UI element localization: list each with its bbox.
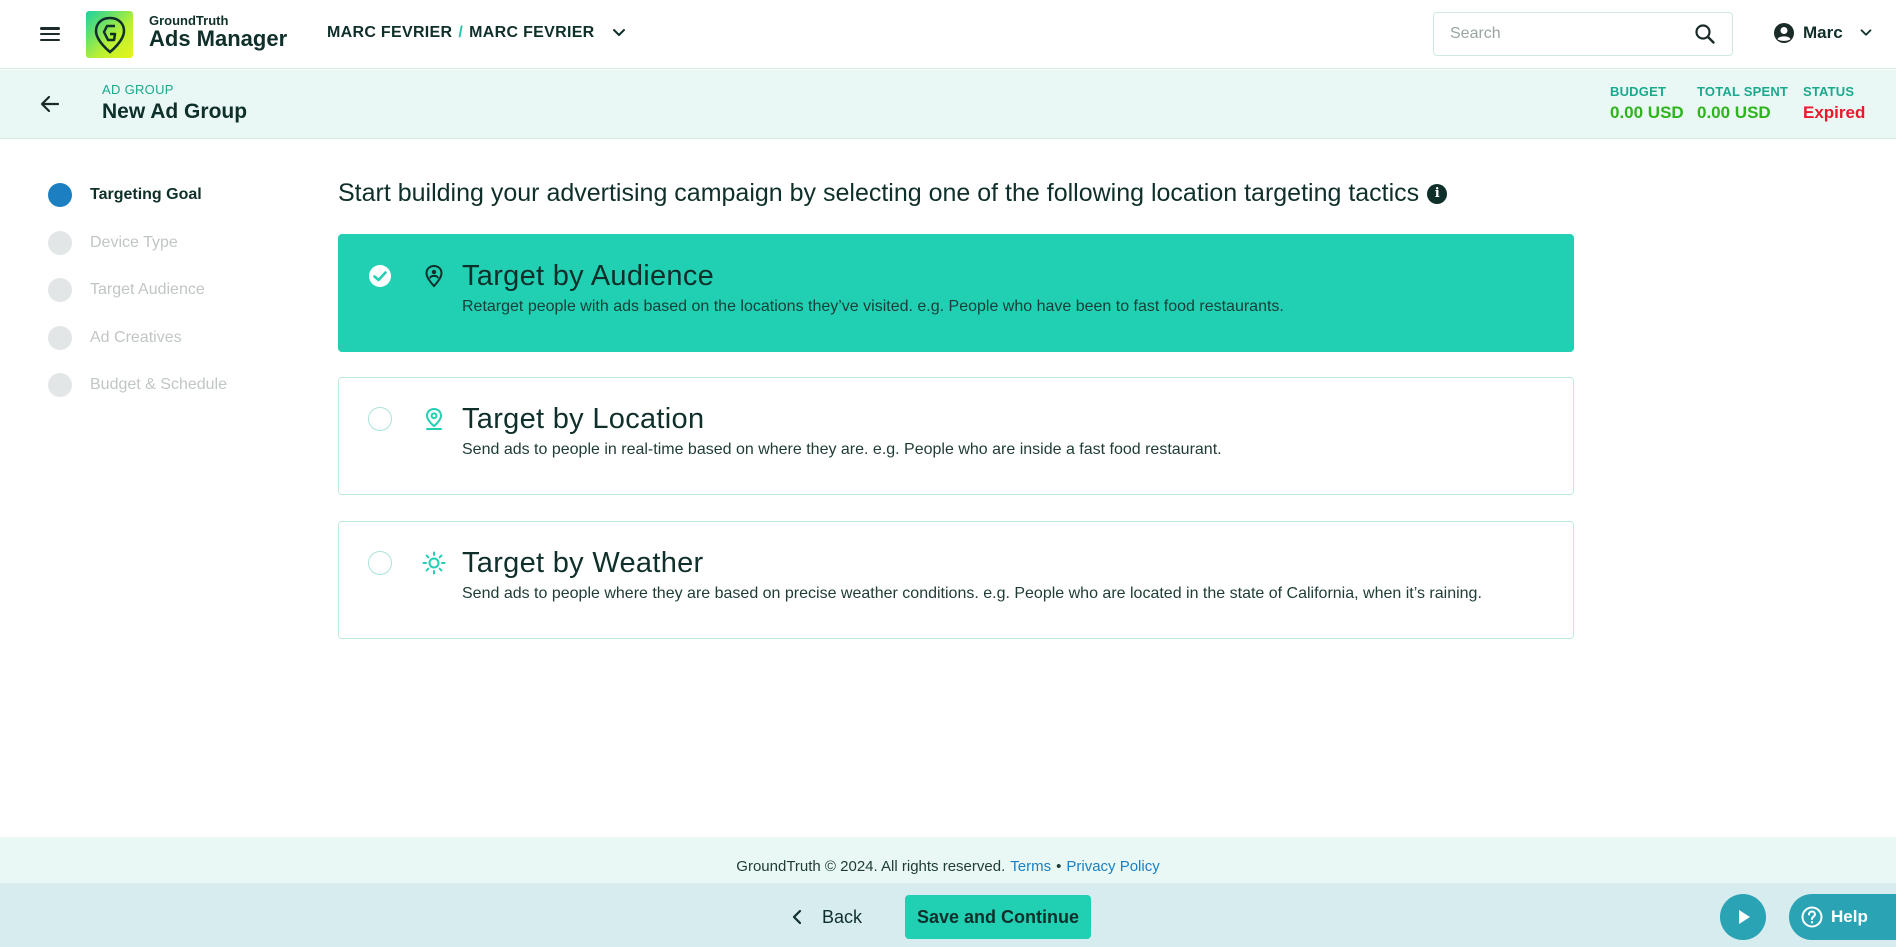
radio-unchecked-icon[interactable] <box>368 551 392 575</box>
audience-pin-icon <box>425 264 443 288</box>
step-device-type[interactable]: Device Type <box>48 230 227 255</box>
step-targeting-goal[interactable]: Targeting Goal <box>48 183 227 207</box>
total-spent-value: 0.00 USD <box>1697 103 1771 122</box>
radio-unchecked-icon[interactable] <box>368 407 392 431</box>
status-stat: STATUS Expired <box>1803 84 1865 123</box>
privacy-policy-link[interactable]: Privacy Policy <box>1066 858 1159 875</box>
step-budget-schedule[interactable]: Budget & Schedule <box>48 373 227 397</box>
step-indicator <box>48 325 72 350</box>
budget-stat: BUDGET 0.00 USD <box>1610 84 1684 123</box>
step-label: Ad Creatives <box>90 328 182 346</box>
step-ad-creatives[interactable]: Ad Creatives <box>48 325 227 350</box>
heading-text: Start building your advertising campaign… <box>338 179 1420 207</box>
option-target-by-audience[interactable]: Target by Audience Retarget people with … <box>338 234 1574 352</box>
info-icon[interactable]: i <box>1427 183 1448 204</box>
step-label: Target Audience <box>90 281 205 298</box>
top-bar: GroundTruth Ads Manager MARC FEVRIER / M… <box>0 0 1896 69</box>
back-button[interactable]: Back <box>790 897 862 937</box>
step-indicator <box>48 230 72 255</box>
bottom-action-bar: Back Save and Continue Help <box>0 883 1896 947</box>
back-button-label: Back <box>822 906 863 927</box>
help-question-icon <box>1801 906 1823 928</box>
wizard-steps: Targeting Goal Device Type Target Audien… <box>48 183 227 421</box>
chevron-down-icon <box>612 29 625 36</box>
option-description: Send ads to people in real-time based on… <box>462 441 1222 458</box>
page-heading: Start building your advertising campaign… <box>338 179 1448 208</box>
account-switcher[interactable]: MARC FEVRIER / MARC FEVRIER <box>327 23 629 43</box>
save-and-continue-button[interactable]: Save and Continue <box>905 895 1091 939</box>
step-label: Targeting Goal <box>90 186 202 203</box>
total-spent-stat: TOTAL SPENT 0.00 USD <box>1697 84 1788 123</box>
option-title: Target by Audience <box>462 260 715 292</box>
play-icon <box>1739 910 1750 924</box>
logo-pin-icon <box>94 16 125 54</box>
chevron-left-icon <box>792 909 802 925</box>
location-pin-icon <box>425 407 443 430</box>
search-icon[interactable] <box>1694 23 1716 45</box>
option-title: Target by Weather <box>462 547 704 579</box>
groundtruth-logo[interactable] <box>86 11 133 58</box>
account-name-left: MARC FEVRIER <box>327 24 453 41</box>
play-tutorial-button[interactable] <box>1720 894 1766 940</box>
option-target-by-weather[interactable]: Target by Weather Send ads to people whe… <box>338 521 1574 639</box>
step-indicator <box>48 373 72 397</box>
step-label: Device Type <box>90 233 178 251</box>
step-indicator <box>48 278 72 302</box>
hamburger-menu-icon[interactable] <box>38 24 62 44</box>
budget-label: BUDGET <box>1610 84 1667 99</box>
sun-icon <box>422 551 446 575</box>
account-separator: / <box>458 24 464 41</box>
ad-group-label: AD GROUP <box>102 82 174 97</box>
step-indicator <box>48 183 72 207</box>
total-spent-label: TOTAL SPENT <box>1697 84 1789 99</box>
help-button-label: Help <box>1831 907 1868 926</box>
step-target-audience[interactable]: Target Audience <box>48 278 227 302</box>
product-name: Ads Manager <box>149 26 288 51</box>
search-box <box>1433 12 1733 56</box>
option-title: Target by Location <box>462 403 705 435</box>
status-value: Expired <box>1803 103 1866 122</box>
budget-value: 0.00 USD <box>1610 103 1684 122</box>
option-description: Send ads to people where they are based … <box>462 585 1482 602</box>
option-description: Retarget people with ads based on the lo… <box>462 298 1284 315</box>
terms-link[interactable]: Terms <box>1010 858 1051 875</box>
option-target-by-location[interactable]: Target by Location Send ads to people in… <box>338 377 1574 495</box>
user-menu[interactable]: Marc <box>1773 22 1875 44</box>
user-name: Marc <box>1803 23 1843 42</box>
copyright-text: GroundTruth © 2024. All rights reserved. <box>736 857 1006 875</box>
ad-group-name: New Ad Group <box>102 100 248 123</box>
radio-checked-icon[interactable] <box>368 264 392 288</box>
status-label: STATUS <box>1803 84 1855 99</box>
step-label: Budget & Schedule <box>90 376 227 393</box>
chevron-down-icon <box>1860 29 1872 36</box>
user-avatar-icon <box>1774 23 1794 43</box>
ad-group-header: AD GROUP New Ad Group BUDGET 0.00 USD TO… <box>0 70 1896 139</box>
help-button[interactable]: Help <box>1789 894 1896 940</box>
back-arrow-icon[interactable] <box>38 92 62 116</box>
account-name-right: MARC FEVRIER <box>469 24 595 41</box>
search-input[interactable] <box>1450 25 1694 43</box>
footer-copyright: GroundTruth © 2024. All rights reserved.… <box>0 837 1896 883</box>
footer-bullet: • <box>1056 857 1062 875</box>
